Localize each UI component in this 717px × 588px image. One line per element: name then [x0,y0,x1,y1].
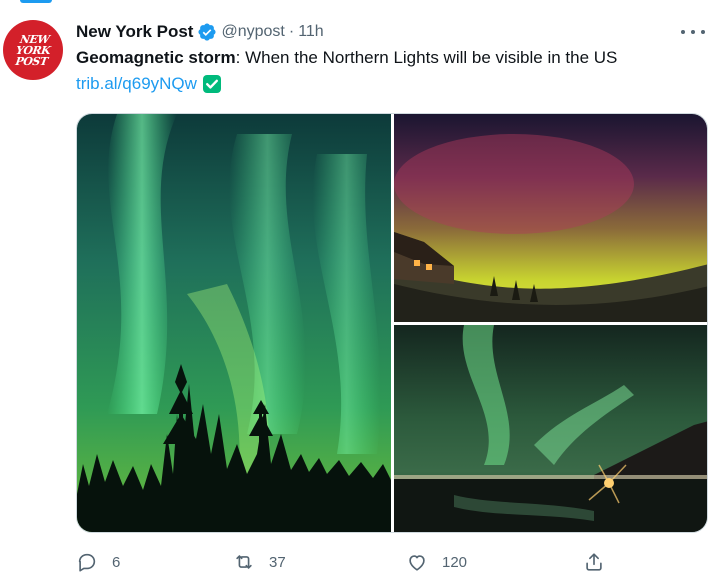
share-icon [586,553,602,571]
more-dot [681,30,685,34]
photo-aurora-house[interactable] [394,114,707,322]
tweet-text-rest: : When the Northern Lights will be visib… [235,48,618,67]
tweet-header: New York Post @nypost · 11h [76,20,324,44]
reply-icon [78,553,96,572]
share-button[interactable] [583,548,605,576]
avatar[interactable]: NEW YORK POST [3,20,63,80]
like-icon [409,555,425,571]
more-icon[interactable] [681,22,705,42]
avatar-logo-line-1: NEW [18,32,51,46]
more-dot [701,30,705,34]
verified-badge-icon [197,22,217,42]
avatar-logo-line-2: YORK [15,43,51,57]
photo-aurora-forest[interactable] [77,114,391,532]
separator-dot: · [288,23,295,40]
retweet-icon [236,555,252,569]
retweet-button[interactable]: 37 [233,548,286,576]
avatar-logo: NEW YORK POST [14,32,53,68]
media-grid [76,113,708,533]
tweet-actions: 6 37 120 [76,548,616,576]
like-count: 120 [442,553,468,571]
tweet-text: Geomagnetic storm: When the Northern Lig… [76,46,706,70]
reply-count: 6 [112,553,121,571]
check-mark-icon [202,74,222,94]
timestamp[interactable]: 11h [298,23,324,41]
reply-button[interactable]: 6 [76,548,120,576]
tweet-link[interactable]: trib.al/q69yNQw [76,74,197,94]
tweet-link-line: trib.al/q69yNQw [76,72,222,96]
photo-aurora-lake[interactable] [394,325,707,532]
handle[interactable]: @nypost [221,23,284,41]
avatar-logo-line-3: POST [14,54,49,68]
more-dot [691,30,695,34]
retweet-count: 37 [269,553,286,571]
display-name[interactable]: New York Post [76,22,193,42]
like-button[interactable]: 120 [406,548,467,576]
tweet-text-bold: Geomagnetic storm [76,48,236,67]
tweet[interactable]: NEW YORK POST New York Post @nypost · 11… [0,0,717,588]
